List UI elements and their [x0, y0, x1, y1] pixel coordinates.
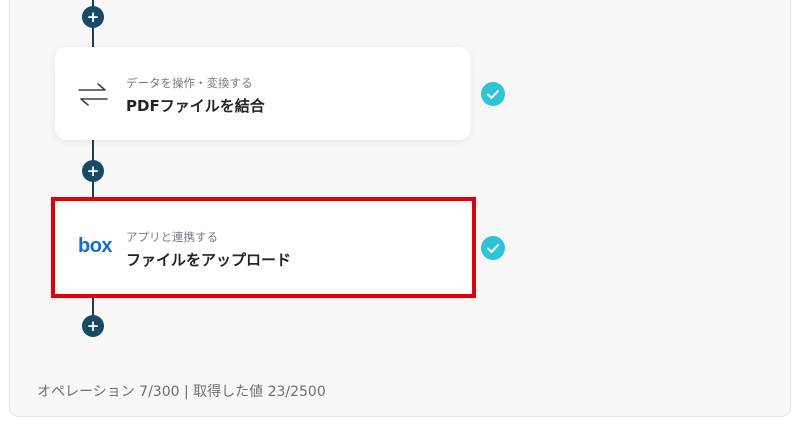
swap-arrows-icon [75, 80, 111, 108]
step-category: データを操作・変換する [126, 76, 253, 90]
check-icon [481, 236, 505, 260]
add-step-button[interactable]: + [82, 6, 104, 28]
operation-count-status: オペレーション 7/300 | 取得した値 23/2500 [37, 384, 326, 400]
add-step-button[interactable]: + [82, 160, 104, 182]
step-title: PDFファイルを結合 [126, 97, 265, 115]
step-title: ファイルをアップロード [126, 251, 292, 269]
step-card-upload-file[interactable]: box アプリと連携する ファイルをアップロード [51, 197, 476, 298]
step-card-merge-pdf[interactable]: データを操作・変換する PDFファイルを結合 [55, 47, 471, 140]
box-logo: box [78, 235, 113, 257]
step-category: アプリと連携する [126, 230, 218, 244]
check-icon [481, 82, 505, 106]
add-step-button[interactable]: + [82, 315, 104, 337]
